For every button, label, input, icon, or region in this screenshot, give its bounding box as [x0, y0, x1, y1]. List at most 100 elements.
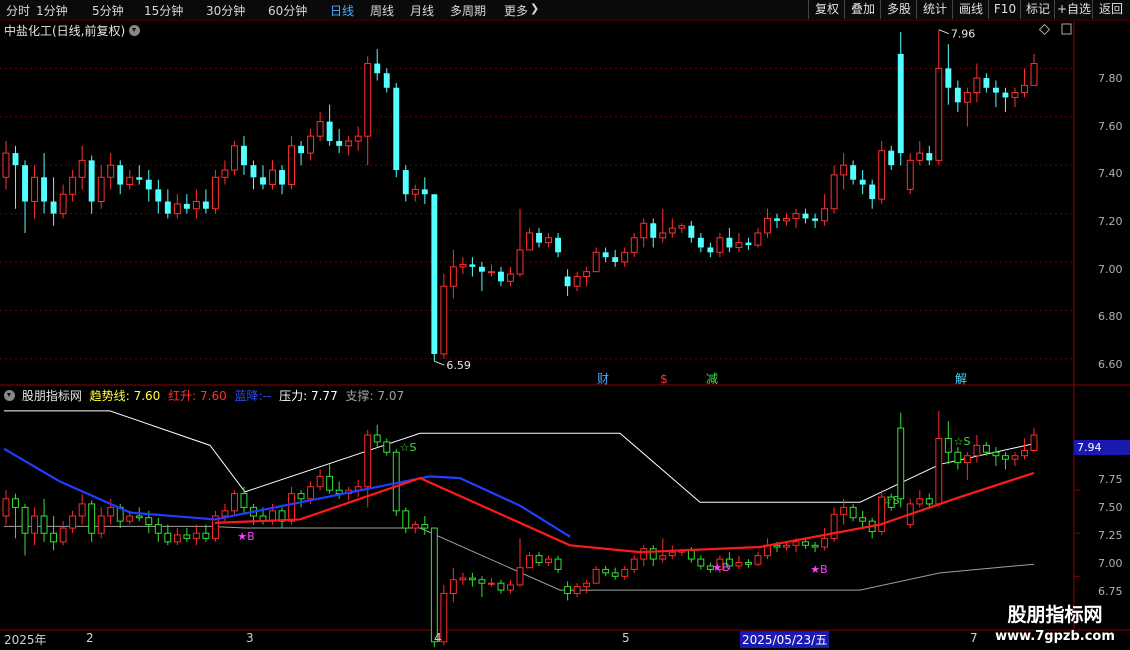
period-tab-5min[interactable]: 5分钟	[92, 2, 124, 19]
ind-candle-body	[630, 558, 638, 570]
candle-body	[888, 150, 895, 166]
candle-body	[1030, 63, 1038, 86]
candle-body	[307, 135, 315, 154]
ind-candle-body	[459, 577, 467, 581]
candle-body	[487, 271, 495, 274]
ind-candle-body	[316, 475, 324, 488]
date-label: 2025年	[4, 633, 47, 647]
candle-body	[431, 194, 438, 354]
candle-body	[88, 160, 95, 202]
ind-candle-body	[830, 513, 838, 539]
candle-body	[202, 201, 209, 209]
date-label: 3	[246, 631, 254, 645]
kline-chart[interactable]: 7.96 6.59 财 $ 减 解 ☆S ☆S ☆S ★B ★B ★B	[0, 0, 1130, 650]
pressure-value: 7.77	[310, 389, 338, 403]
period-tab-weekly[interactable]: 周线	[370, 2, 394, 19]
date-label: 7	[970, 631, 978, 645]
overlay-button[interactable]: 叠加	[844, 0, 881, 19]
candle-body	[792, 213, 800, 219]
ind-candle-body	[744, 562, 752, 565]
period-tab-1min[interactable]: 1分钟	[36, 2, 68, 19]
period-tab-daily[interactable]: 日线	[330, 2, 354, 19]
candle-body	[507, 273, 514, 282]
stock-title-text: 中盐化工(日线,前复权)	[4, 24, 126, 38]
candle-body	[22, 165, 28, 202]
ind-candle-body	[126, 515, 134, 522]
candle-body	[41, 177, 48, 202]
candle-body	[621, 251, 629, 263]
ind-candle-body	[449, 579, 457, 595]
period-tab-30min[interactable]: 30分钟	[206, 2, 245, 19]
stock-title[interactable]: 中盐化工(日线,前复权)	[4, 22, 141, 39]
ind-candle-body	[897, 427, 905, 500]
candle-body	[364, 63, 372, 137]
chevron-right-icon[interactable]: ❯	[530, 2, 539, 15]
period-tab-15min[interactable]: 15分钟	[144, 2, 183, 19]
ind-candle-body	[611, 572, 619, 577]
ind-candle-body	[783, 544, 790, 548]
period-tab-timeshare[interactable]: 分时	[6, 2, 30, 19]
indicator-name[interactable]: 股朋指标网	[22, 389, 82, 403]
mark-button[interactable]: 标记	[1020, 0, 1055, 19]
pressure-line	[4, 410, 1035, 503]
candle-body	[145, 179, 152, 190]
ind-candle-body	[154, 524, 162, 534]
candle-body	[354, 135, 362, 142]
trend-line-label: 趋势线	[89, 389, 126, 403]
ind-candle-body	[69, 515, 77, 529]
candle-body	[583, 271, 591, 278]
ind-candle-body	[916, 498, 924, 505]
candle-body	[555, 237, 562, 253]
blue-fall-label: 蓝降	[234, 389, 259, 403]
period-tab-multi[interactable]: 多周期	[450, 2, 486, 19]
ind-candle-body	[107, 506, 115, 517]
ind-candle-body	[373, 434, 381, 443]
add-watchlist-button[interactable]: +自选	[1054, 0, 1093, 19]
candle-body	[411, 188, 419, 195]
ind-candle-body	[602, 568, 610, 574]
indicator-menu-icon[interactable]	[4, 390, 15, 401]
candle-body	[973, 77, 981, 94]
signal-marker: ★B	[237, 530, 254, 543]
period-tab-monthly[interactable]: 月线	[410, 2, 434, 19]
ind-candle-body	[135, 515, 143, 519]
candle-body	[688, 225, 695, 238]
draw-line-button[interactable]: 画线	[952, 0, 989, 19]
ind-candle-body	[982, 444, 990, 453]
ind-candle-body	[564, 586, 572, 595]
statistics-button[interactable]: 统计	[916, 0, 953, 19]
event-marker: 减	[706, 372, 718, 386]
low-label: 6.59	[446, 359, 471, 372]
candle-body	[935, 67, 943, 161]
period-tab-60min[interactable]: 60分钟	[268, 2, 307, 19]
ind-candle-body	[802, 541, 810, 546]
candle-body	[173, 203, 181, 215]
y-tick: 7.00	[1098, 263, 1123, 276]
multi-stock-button[interactable]: 多股	[880, 0, 917, 19]
candle-body	[97, 176, 105, 203]
candle-body	[678, 225, 686, 229]
f10-button[interactable]: F10	[988, 0, 1021, 19]
ind-candle-body	[821, 537, 829, 548]
candle-body	[288, 145, 296, 186]
ind-y-tick: 7.75	[1098, 473, 1123, 486]
restore-rights-button[interactable]: 复权	[808, 0, 845, 19]
date-label: 2	[86, 631, 94, 645]
y-tick: 7.60	[1098, 120, 1123, 133]
ind-candle-body	[535, 555, 543, 564]
candle-body	[449, 266, 457, 287]
back-button[interactable]: 返回	[1092, 0, 1129, 19]
candle-body	[345, 140, 353, 147]
candle-body	[250, 165, 257, 178]
ind-candle-body	[1001, 455, 1009, 460]
ind-candle-body	[430, 527, 438, 643]
candle-body	[906, 159, 914, 190]
period-tab-more[interactable]: 更多	[504, 2, 528, 19]
candle-body	[269, 169, 276, 186]
ind-candle-body	[31, 515, 39, 534]
candle-body	[336, 141, 343, 146]
chevron-down-circle-icon[interactable]	[129, 25, 141, 36]
candle-body	[916, 152, 924, 161]
ind-candle-body	[1011, 455, 1019, 460]
candle-body	[383, 73, 390, 88]
